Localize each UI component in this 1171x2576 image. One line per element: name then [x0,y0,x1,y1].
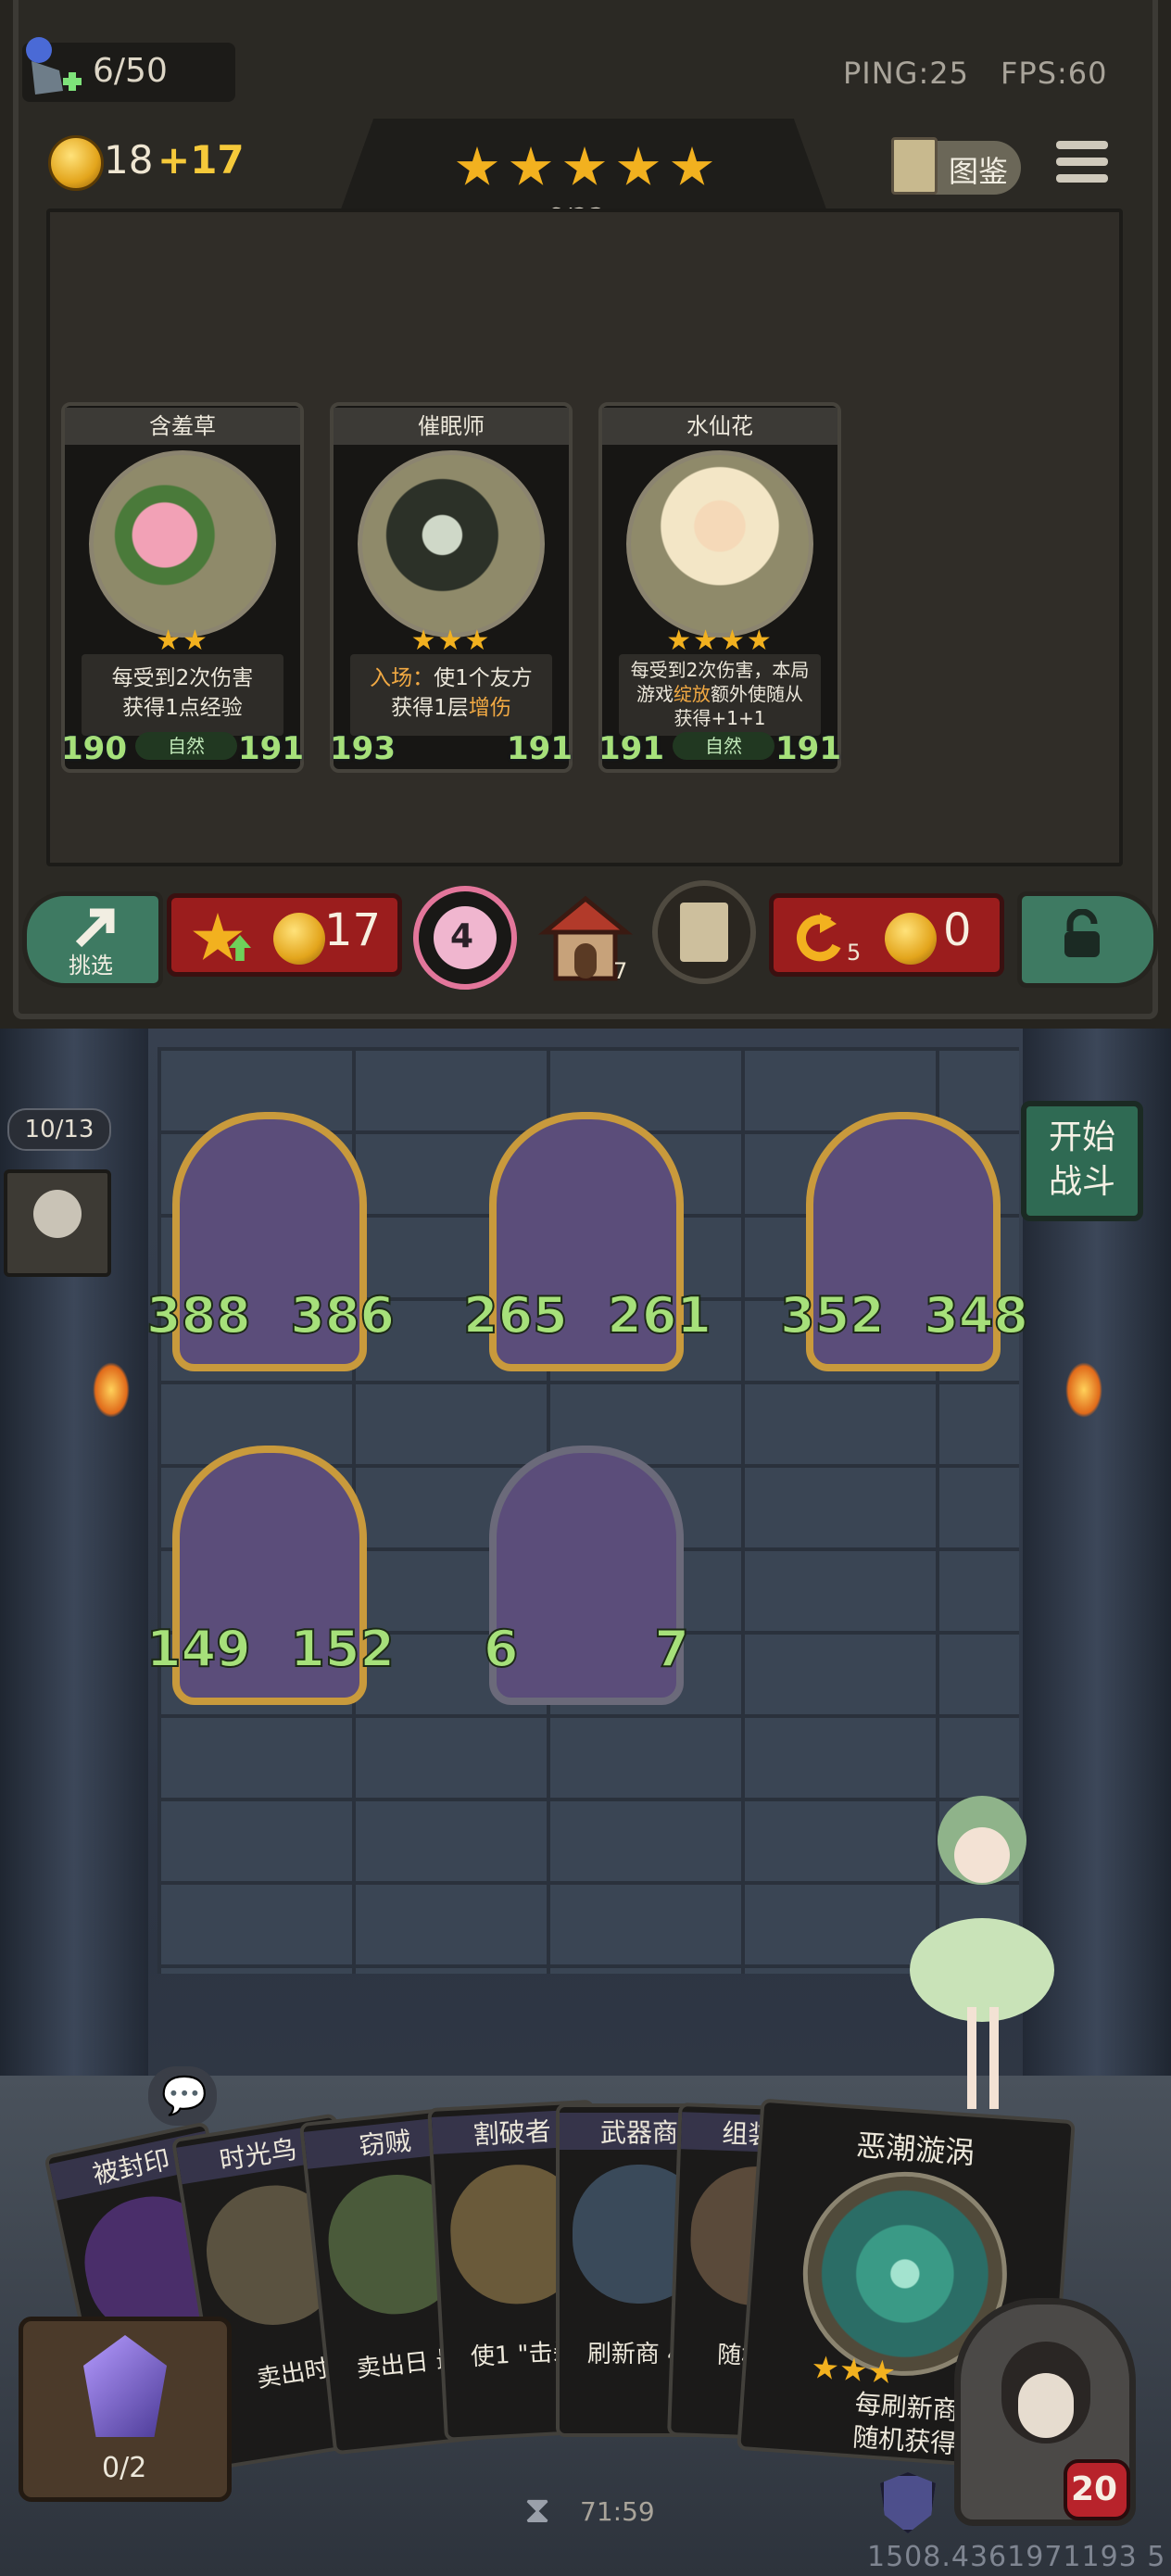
minion-attack: 388 [145,1285,252,1345]
minion-attack: 265 [462,1285,569,1345]
card-stars: ★★ [156,625,209,657]
arrow-up-icon [229,935,251,961]
card-health: 191 [775,730,841,767]
population-count: 6/50 [93,52,168,90]
minion-health: 7 [653,1619,690,1679]
bloom-count: 4 [450,917,474,955]
shop-card[interactable]: 含羞草 ★★ 每受到2次伤害 获得1点经验 190 自然 191 [61,402,304,773]
pet-character[interactable] [889,1775,1075,2128]
board-minion[interactable]: 352 348 [779,1112,1029,1381]
minion-health: 261 [606,1285,712,1345]
hero-health: 20 [1071,2470,1118,2508]
menu-icon[interactable] [1056,141,1108,193]
lock-icon [1064,909,1100,957]
turn-timer: 71:59 [580,2496,655,2527]
card-description: 每受到2次伤害 获得1点经验 [82,654,283,736]
minion-health: 348 [923,1285,1029,1345]
minion-attack: 352 [779,1285,886,1345]
card-attack: 193 [330,730,396,767]
shop-card[interactable]: 水仙花 ★★★★ 每受到2次伤害，本局 游戏绽放额外使随从 获得+1+1 191… [598,402,841,773]
card-tribe-tag: 自然 [135,732,237,760]
chest-count: 0/2 [102,2452,147,2484]
minion-attack: 149 [145,1619,252,1679]
board-minion[interactable]: 149 152 [145,1446,396,1714]
card-health: 191 [238,730,304,767]
population-icon [22,33,87,106]
minion-health: 386 [289,1285,396,1345]
minion-health: 152 [289,1619,396,1679]
refresh-cost: 0 [943,904,972,956]
select-label: 挑选 [69,953,113,979]
card-name: 含羞草 [65,408,300,445]
chat-bubble-glyph: 💬 [161,2075,208,2117]
scroll-orb[interactable] [652,880,756,984]
board-minion[interactable]: 6 7 [483,1446,690,1714]
ping-readout: PING:25 [843,56,969,91]
card-attack: 191 [598,730,664,767]
card-portrait [626,450,813,638]
upgrade-cost: 17 [324,904,382,956]
codex-label: 图鉴 [949,154,1009,189]
hero-face [1018,2373,1074,2438]
card-stars: ★★★★ [666,625,774,657]
card-stars: ★★★ [410,625,492,657]
card-tribe-tag: 自然 [673,732,774,760]
start-battle-button[interactable]: 开始 战斗 [1021,1101,1143,1221]
card-name: 水仙花 [602,408,837,445]
card-description: 入场：使1个友方 获得1层增伤 [350,654,552,736]
opponent-portrait[interactable] [4,1169,111,1277]
book-icon [891,137,938,195]
gold-income: +17 [157,137,245,183]
turn-counter: 10/13 [7,1108,111,1151]
torch-flame-icon [93,1362,130,1418]
lock-shop-button[interactable] [1017,891,1158,988]
card-description: 每受到2次伤害，本局 游戏绽放额外使随从 获得+1+1 [619,654,821,736]
board-minion[interactable]: 265 261 [462,1112,712,1381]
hourglass-icon: ⧗ [524,2489,551,2532]
gold-coin-icon [885,913,937,965]
gold-coin-icon [273,913,325,965]
debug-coordinates: 1508.4361971193 5 [867,2541,1166,2573]
refresh-arrow-icon [797,913,841,962]
board-minion[interactable]: 388 386 [145,1112,396,1381]
gold-coin-icon [48,135,104,191]
card-portrait [89,450,276,638]
card-health: 191 [507,730,573,767]
hand-card-name: 恶潮漩涡 [855,2127,976,2171]
gold-amount: 18 [104,137,154,183]
torch-flame-icon [1065,1362,1102,1418]
scroll-icon [680,903,728,962]
card-portrait [358,450,545,638]
house-count: 7 [613,958,628,984]
refresh-count: 5 [847,940,862,966]
fps-readout: FPS:60 [1001,56,1108,91]
arrow-up-right-icon [75,908,115,948]
card-attack: 190 [61,730,127,767]
opponent-face [33,1190,82,1238]
shop-card[interactable]: 催眠师 ★★★ 入场：使1个友方 获得1层增伤 193 191 [330,402,573,773]
minion-attack: 6 [483,1619,520,1679]
card-name: 催眠师 [334,408,569,445]
